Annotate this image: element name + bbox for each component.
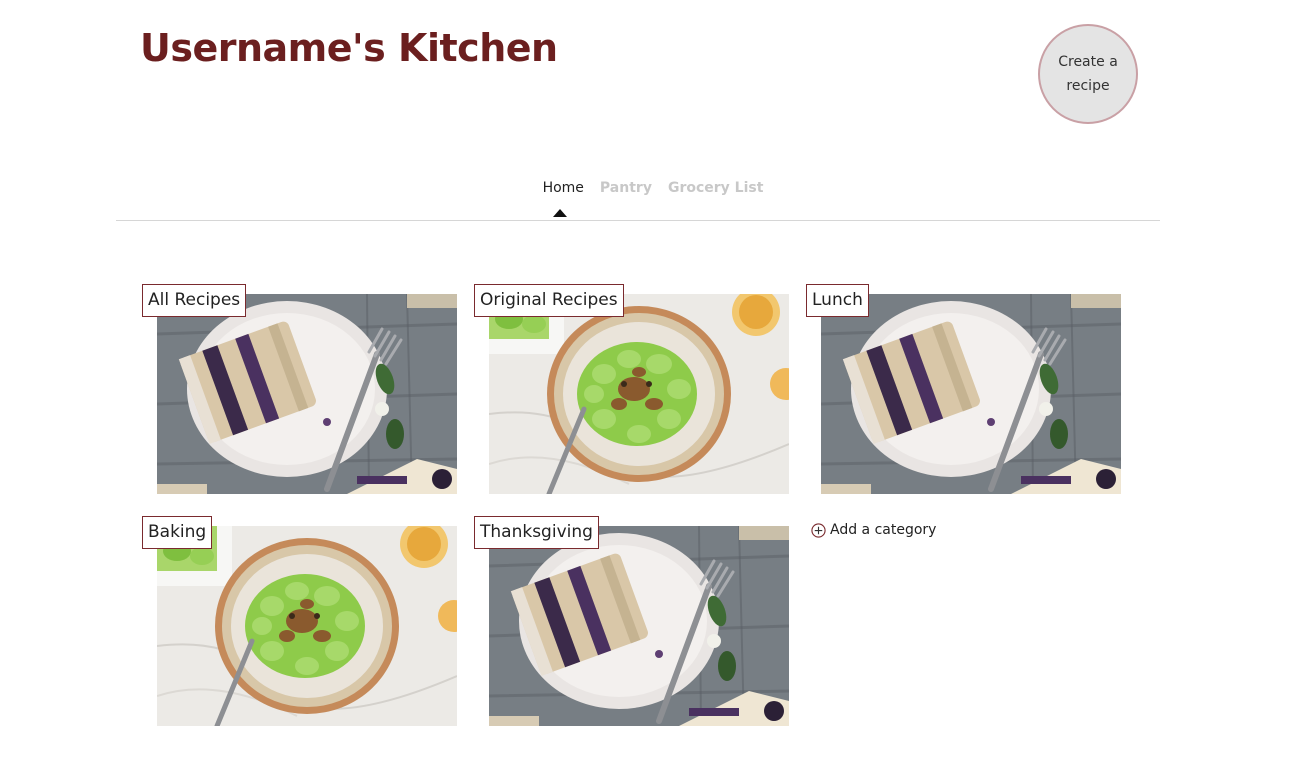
category-card-all-recipes[interactable]: All Recipes bbox=[142, 284, 457, 494]
cake-photo bbox=[821, 294, 1121, 494]
tab-pantry[interactable]: Pantry bbox=[600, 180, 652, 196]
pasta-photo bbox=[489, 294, 789, 494]
tab-home[interactable]: Home bbox=[543, 180, 584, 196]
create-recipe-label: Create a recipe bbox=[1058, 54, 1118, 94]
add-category-button[interactable]: Add a category bbox=[811, 522, 936, 538]
category-label: All Recipes bbox=[142, 284, 247, 317]
category-card-original-recipes[interactable]: Original Recipes bbox=[474, 284, 789, 494]
pasta-photo bbox=[157, 526, 457, 726]
category-card-lunch[interactable]: Lunch bbox=[806, 284, 1121, 494]
cake-photo bbox=[157, 294, 457, 494]
plus-circle-icon bbox=[811, 522, 826, 538]
create-recipe-button[interactable]: Create a recipe bbox=[1038, 24, 1138, 124]
category-label: Original Recipes bbox=[474, 284, 624, 317]
cake-photo bbox=[489, 526, 789, 726]
nav-divider bbox=[116, 220, 1160, 221]
add-category-label: Add a category bbox=[830, 522, 937, 538]
main-nav: Home Pantry Grocery List bbox=[0, 180, 1306, 196]
active-tab-indicator bbox=[553, 209, 567, 217]
category-card-thanksgiving[interactable]: Thanksgiving bbox=[474, 516, 789, 726]
tab-grocery-list[interactable]: Grocery List bbox=[668, 180, 763, 196]
category-label: Lunch bbox=[806, 284, 869, 317]
category-label: Baking bbox=[142, 516, 213, 549]
category-label: Thanksgiving bbox=[474, 516, 599, 549]
page-title: Username's Kitchen bbox=[140, 26, 558, 70]
category-card-baking[interactable]: Baking bbox=[142, 516, 457, 726]
